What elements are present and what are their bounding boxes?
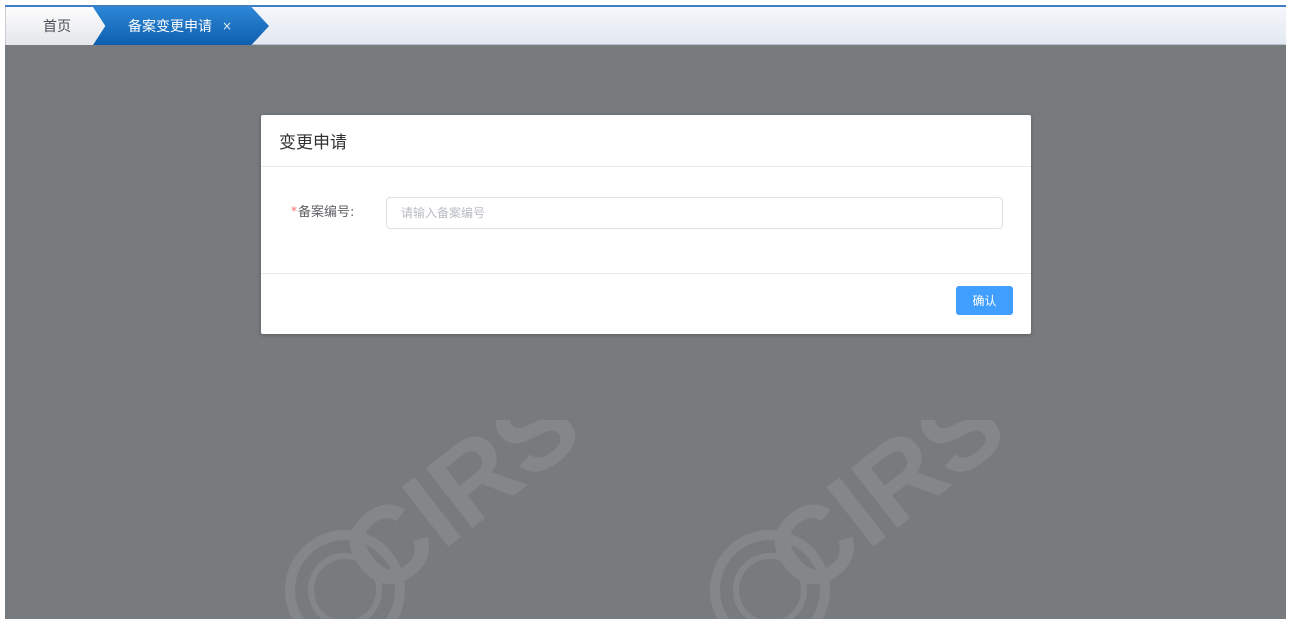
tab-filing-change-application[interactable]: 备案变更申请 × xyxy=(93,7,269,45)
watermark-text: CIRS xyxy=(744,420,1010,619)
tab-close-icon[interactable]: × xyxy=(222,19,232,33)
required-asterisk: * xyxy=(291,204,297,218)
filing-number-input[interactable] xyxy=(386,197,1003,229)
tab-bar: 首页 备案变更申请 × xyxy=(5,5,1286,45)
app-frame: 首页 备案变更申请 × CIRS CIRS 变更申请 * 备案编号: 请输入备案… xyxy=(5,5,1286,619)
confirm-button[interactable]: 确认 xyxy=(956,286,1013,315)
change-application-dialog: 变更申请 * 备案编号: 确认 xyxy=(261,115,1031,334)
dialog-header: 变更申请 xyxy=(261,115,1031,167)
watermark-text: CIRS xyxy=(319,420,585,619)
tab-active-label: 备案变更申请 xyxy=(128,19,212,35)
filing-number-form-item: * 备案编号: xyxy=(261,197,1031,229)
dialog-title: 变更申请 xyxy=(279,133,347,153)
dialog-body: * 备案编号: xyxy=(261,167,1031,274)
dialog-footer: 确认 xyxy=(261,274,1031,333)
filing-number-label: 备案编号: xyxy=(298,205,355,220)
modal-overlay: CIRS CIRS 变更申请 * 备案编号: 确认 xyxy=(5,45,1286,619)
cirs-watermark-logo: CIRS xyxy=(285,420,585,619)
cirs-watermark-logo: CIRS xyxy=(710,420,1010,619)
tab-home-label: 首页 xyxy=(43,19,71,35)
